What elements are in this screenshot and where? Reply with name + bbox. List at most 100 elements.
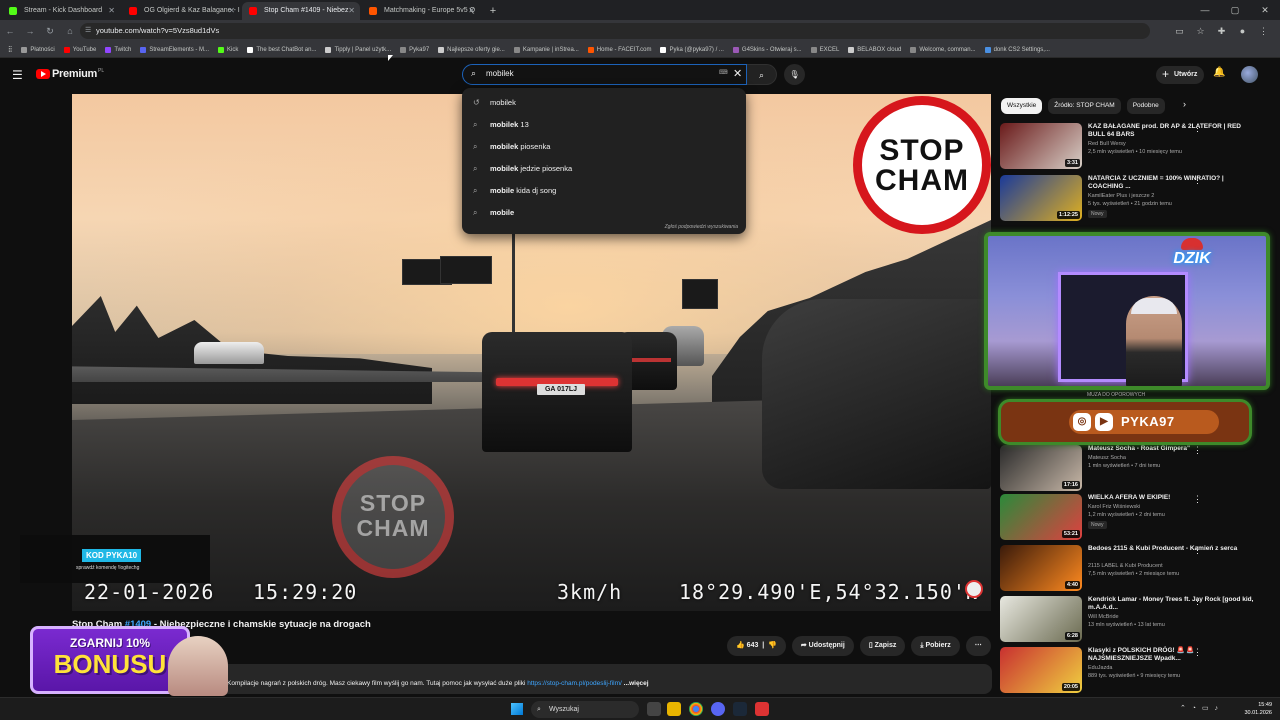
related-video[interactable]: 3:31 KAZ BAŁAGANE prod. DR AP & 2LATEFOR … <box>1000 123 1272 169</box>
youtube-logo[interactable]: Premium PL <box>36 68 104 80</box>
related-video[interactable]: 4:40 Bedoes 2115 & Kubi Producent - Kamie… <box>1000 545 1272 591</box>
more-options-icon[interactable]: ⋮ <box>1193 494 1202 505</box>
video-title[interactable]: Kendrick Lamar - Money Trees ft. Jay Roc… <box>1088 596 1258 612</box>
avatar[interactable] <box>1241 66 1258 83</box>
video-thumbnail[interactable]: 17:16 <box>1000 445 1082 491</box>
close-icon[interactable]: ✕ <box>108 2 115 20</box>
channel-name[interactable]: Red Bull Wersy <box>1088 141 1126 147</box>
share-button[interactable]: ➦ Udostępnij <box>791 636 854 656</box>
thumbs-down-icon[interactable]: | 👎 <box>758 642 777 649</box>
voice-search-button[interactable]: 🎙 <box>784 64 805 85</box>
forward-icon[interactable]: → <box>20 26 40 36</box>
description-link[interactable]: https://stop-cham.pl/podeslij-film/ <box>527 680 622 687</box>
video-thumbnail[interactable]: 3:31 <box>1000 123 1082 169</box>
bookmark-item[interactable]: Welcome, comman... <box>910 46 976 53</box>
chevron-right-icon[interactable]: › <box>1183 99 1186 109</box>
system-tray[interactable]: ⌃ ◔ ▭ ♪ <box>1180 704 1220 712</box>
star-icon[interactable]: ☆ <box>1190 23 1211 39</box>
chip-related[interactable]: Podobne <box>1126 98 1165 114</box>
more-options-icon[interactable]: ⋮ <box>1193 596 1202 607</box>
close-icon[interactable]: ✕ <box>348 2 355 20</box>
search-suggestion[interactable]: ⌕ mobile kida dj song <box>462 180 746 202</box>
close-window-button[interactable]: ✕ <box>1250 0 1280 20</box>
close-icon[interactable]: ✕ <box>228 2 235 20</box>
keyboard-icon[interactable]: ⌨ <box>719 69 728 76</box>
minimize-button[interactable]: — <box>1190 0 1220 20</box>
video-thumbnail[interactable]: 4:40 <box>1000 545 1082 591</box>
show-more-link[interactable]: ...więcej <box>622 680 649 687</box>
search-input[interactable]: ⌕ mobilek ⌨ ✕ <box>462 64 747 85</box>
notifications-bell-icon[interactable]: 🔔 <box>1213 67 1225 78</box>
address-bar[interactable]: ☰ youtube.com/watch?v=5Vzs8ud1dVs <box>80 23 1150 39</box>
search-suggestion[interactable]: ⌕ mobilek piosenka <box>462 136 746 158</box>
bookmark-item[interactable]: Płatności <box>21 46 55 53</box>
bookmark-item[interactable]: EXCEL <box>810 46 839 53</box>
video-thumbnail[interactable]: 20:05 <box>1000 647 1082 693</box>
taskbar-clock[interactable]: 15:49 30.01.2026 <box>1240 701 1272 717</box>
save-button[interactable]: ▯ Zapisz <box>859 636 906 656</box>
bookmark-item[interactable]: StreamElements - M... <box>140 46 209 53</box>
more-options-icon[interactable]: ⋮ <box>1193 545 1202 556</box>
channel-name[interactable]: 2115 LABEL & Kubi Producent <box>1088 563 1163 569</box>
bookmark-item[interactable]: Twitch <box>105 46 131 53</box>
video-thumbnail[interactable]: 1:12:25 <box>1000 175 1082 221</box>
bookmark-item[interactable]: donk CS2 Settings,... <box>984 46 1050 53</box>
file-explorer-icon[interactable] <box>667 702 681 716</box>
channel-name[interactable]: Karol Friz Wiśniewski <box>1088 504 1140 510</box>
related-video[interactable]: 17:16 Mateusz Socha - Roast Gimpera" Mateu… <box>1000 445 1272 491</box>
search-suggestion[interactable]: ⌕ mobilek 13 <box>462 114 746 136</box>
more-options-icon[interactable]: ⋮ <box>1193 445 1202 456</box>
extensions-icon[interactable]: ✚ <box>1211 23 1232 39</box>
steam-icon[interactable] <box>733 702 747 716</box>
more-options-icon[interactable]: ⋮ <box>1193 123 1202 134</box>
video-title[interactable]: Bedoes 2115 & Kubi Producent - Kamień z … <box>1088 545 1258 553</box>
search-button[interactable]: ⌕ <box>747 64 777 85</box>
new-tab-button[interactable]: + <box>484 2 502 20</box>
windows-start-icon[interactable] <box>511 703 523 715</box>
bookmark-item[interactable]: YouTube <box>63 46 96 53</box>
more-options-icon[interactable]: ⋮ <box>1193 647 1202 658</box>
video-thumbnail[interactable]: 53:21 <box>1000 494 1082 540</box>
related-video[interactable]: 6:28 Kendrick Lamar - Money Trees ft. Jay… <box>1000 596 1272 642</box>
maximize-button[interactable]: ▢ <box>1220 0 1250 20</box>
taskbar-search[interactable]: ⌕ Wyszukaj <box>531 701 639 718</box>
tab-kick-dashboard[interactable]: Stream - Kick Dashboard ✕ <box>2 2 120 20</box>
bookmark-item[interactable]: Pyka97 <box>400 46 429 53</box>
bookmark-item[interactable]: Pyka (@pyka97) / ... <box>660 46 724 53</box>
more-actions-button[interactable]: ⋯ <box>965 636 991 656</box>
video-title[interactable]: Klasyki z POLSKICH DRÓG! 🚨 🚨 NAJŚMIESZNI… <box>1088 647 1258 663</box>
home-icon[interactable]: ⌂ <box>60 26 80 36</box>
video-title[interactable]: Mateusz Socha - Roast Gimpera" <box>1088 445 1258 453</box>
video-title[interactable]: NATARCIA Z UCZNIEM = 100% WINRATIO? | CO… <box>1088 175 1258 191</box>
cast-icon[interactable]: ▭ <box>1169 23 1190 39</box>
channel-name[interactable]: KamilEater Plus i jeszcze 2 <box>1088 193 1154 199</box>
obs-icon[interactable] <box>755 702 769 716</box>
bookmark-item[interactable]: The best ChatBot an... <box>247 46 316 53</box>
task-view-icon[interactable] <box>647 702 661 716</box>
search-suggestion[interactable]: ↺ mobilek <box>462 92 746 114</box>
clear-search-icon[interactable]: ✕ <box>733 67 742 80</box>
report-suggestions-link[interactable]: Zgłoś podpowiedzi wyszukiwania <box>665 224 738 230</box>
tab-faceit-matchmaking[interactable]: Matchmaking - Europe 5v5 Q ✕ <box>362 2 480 20</box>
bookmark-item[interactable]: Najlepsze oferty gie... <box>438 46 505 53</box>
bookmark-item[interactable]: Kampanie | inStrea... <box>513 46 579 53</box>
create-button[interactable]: Utwórz <box>1156 65 1204 84</box>
bookmark-item[interactable]: Tipply | Panel użytk... <box>325 46 391 53</box>
bookmark-item[interactable]: Kick <box>218 46 238 53</box>
related-video[interactable]: 1:12:25 NATARCIA Z UCZNIEM = 100% WINRATI… <box>1000 175 1272 221</box>
tab-youtube-olgierd[interactable]: OG Olgierd & Kaz Balagane - I ✕ <box>122 2 240 20</box>
site-info-icon[interactable]: ☰ <box>85 23 91 39</box>
video-title[interactable]: WIELKA AFERA W EKIPIE! <box>1088 494 1258 502</box>
discord-icon[interactable] <box>711 702 725 716</box>
channel-name[interactable]: Will McBride <box>1088 614 1119 620</box>
tab-stop-cham[interactable]: Stop Cham #1409 - Niebez ✕ <box>242 2 360 20</box>
profile-icon[interactable]: ● <box>1232 23 1253 39</box>
reload-icon[interactable]: ↻ <box>40 26 60 37</box>
bookmark-item[interactable]: Home - FACEIT.com <box>587 46 651 53</box>
menu-hamburger-icon[interactable]: ☰ <box>12 68 23 82</box>
related-video[interactable]: 20:05 Klasyki z POLSKICH DRÓG! 🚨 🚨 NAJŚMI… <box>1000 647 1272 693</box>
download-button[interactable]: ⤓ Pobierz <box>911 636 960 656</box>
channel-name[interactable]: EduJazda <box>1088 665 1112 671</box>
close-icon[interactable]: ✕ <box>468 2 475 20</box>
menu-icon[interactable]: ⋮ <box>1253 23 1274 39</box>
